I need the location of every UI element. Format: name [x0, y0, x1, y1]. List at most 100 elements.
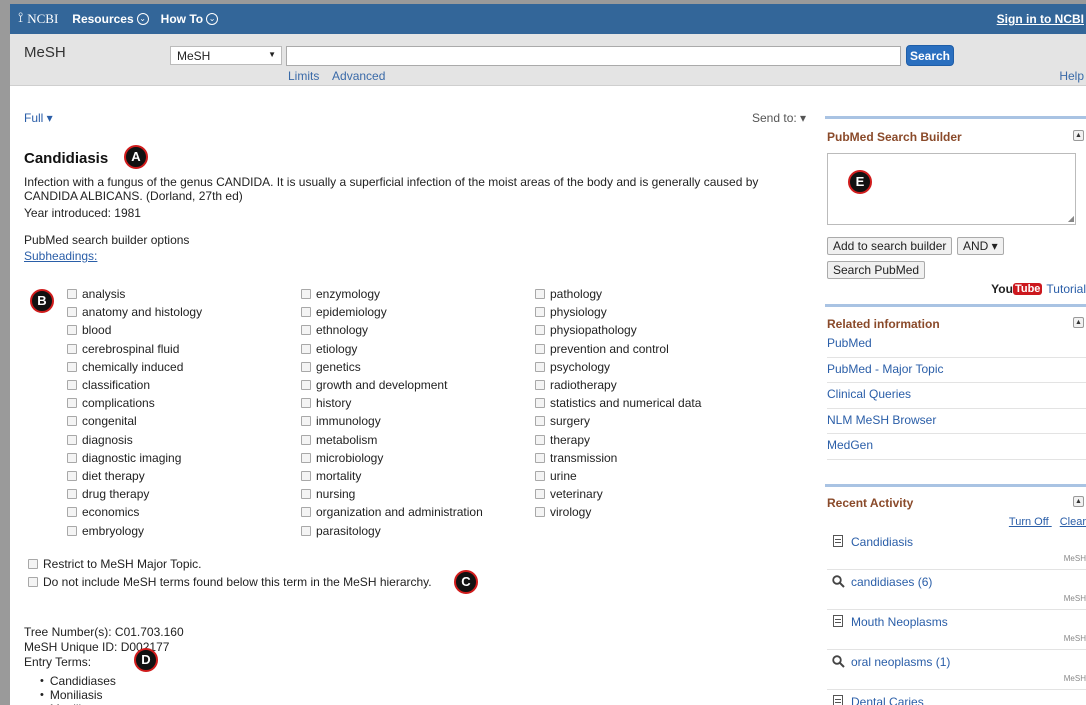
subheading-checkbox[interactable]: [535, 361, 545, 372]
subheading-option[interactable]: parasitology: [301, 521, 483, 539]
subheadings-link[interactable]: Subheadings:: [24, 249, 97, 263]
subheading-checkbox[interactable]: [301, 307, 311, 318]
subheading-checkbox[interactable]: [301, 398, 311, 409]
subheading-option[interactable]: etiology: [301, 340, 483, 358]
subheading-option[interactable]: enzymology: [301, 285, 483, 303]
subheading-option[interactable]: psychology: [535, 358, 701, 376]
subheading-option[interactable]: prevention and control: [535, 340, 701, 358]
operator-select[interactable]: AND ▾: [957, 237, 1004, 255]
collapse-icon[interactable]: ▲: [1073, 130, 1084, 141]
subheading-checkbox[interactable]: [535, 325, 545, 336]
subheading-checkbox[interactable]: [67, 325, 77, 336]
display-format-menu[interactable]: Full ▾: [24, 111, 53, 125]
recent-activity-item[interactable]: Candidiasis MeSH: [827, 530, 1086, 570]
subheading-checkbox[interactable]: [67, 470, 77, 481]
subheading-checkbox[interactable]: [67, 489, 77, 500]
subheading-checkbox[interactable]: [67, 434, 77, 445]
subheading-checkbox[interactable]: [535, 380, 545, 391]
related-info-link[interactable]: PubMed - Major Topic: [827, 358, 1086, 383]
subheading-checkbox[interactable]: [535, 416, 545, 427]
subheading-option[interactable]: pathology: [535, 285, 701, 303]
subheading-option[interactable]: metabolism: [301, 431, 483, 449]
subheading-option[interactable]: immunology: [301, 412, 483, 430]
restrict-major-option[interactable]: Restrict to MeSH Major Topic.: [28, 557, 202, 571]
subheading-checkbox[interactable]: [301, 470, 311, 481]
subheading-checkbox[interactable]: [67, 289, 77, 300]
subheading-checkbox[interactable]: [301, 507, 311, 518]
sign-in-link[interactable]: Sign in to NCBI: [997, 12, 1086, 26]
recent-activity-item[interactable]: Mouth Neoplasms MeSH: [827, 610, 1086, 650]
subheading-option[interactable]: chemically induced: [67, 358, 202, 376]
subheading-option[interactable]: diagnosis: [67, 431, 202, 449]
ncbi-logo[interactable]: ⟟ NCBI: [18, 11, 58, 27]
subheading-option[interactable]: transmission: [535, 449, 701, 467]
subheading-checkbox[interactable]: [67, 452, 77, 463]
subheading-checkbox[interactable]: [67, 343, 77, 354]
related-info-link[interactable]: NLM MeSH Browser: [827, 409, 1086, 434]
search-pubmed-button[interactable]: Search PubMed: [827, 261, 926, 279]
subheading-option[interactable]: surgery: [535, 412, 701, 430]
subheading-option[interactable]: anatomy and histology: [67, 303, 202, 321]
subheading-checkbox[interactable]: [535, 307, 545, 318]
subheading-option[interactable]: blood: [67, 321, 202, 339]
subheading-checkbox[interactable]: [535, 507, 545, 518]
restrict-major-checkbox[interactable]: [28, 559, 38, 569]
subheading-option[interactable]: organization and administration: [301, 503, 483, 521]
subheading-checkbox[interactable]: [535, 343, 545, 354]
subheading-checkbox[interactable]: [301, 380, 311, 391]
subheading-option[interactable]: epidemiology: [301, 303, 483, 321]
subheading-checkbox[interactable]: [301, 489, 311, 500]
youtube-tutorial-link[interactable]: You Tube Tutorial: [991, 282, 1086, 296]
subheading-option[interactable]: ethnology: [301, 321, 483, 339]
subheading-checkbox[interactable]: [67, 307, 77, 318]
subheading-checkbox[interactable]: [67, 398, 77, 409]
resources-menu[interactable]: Resources ⌄: [72, 12, 149, 26]
subheading-option[interactable]: congenital: [67, 412, 202, 430]
recent-activity-label[interactable]: Dental Caries: [851, 695, 924, 705]
recent-activity-item[interactable]: oral neoplasms (1) MeSH: [827, 650, 1086, 690]
subheading-option[interactable]: drug therapy: [67, 485, 202, 503]
subheading-checkbox[interactable]: [67, 361, 77, 372]
subheading-checkbox[interactable]: [67, 507, 77, 518]
subheading-checkbox[interactable]: [301, 361, 311, 372]
clear-link[interactable]: Clear: [1060, 516, 1086, 528]
subheading-checkbox[interactable]: [301, 434, 311, 445]
subheading-checkbox[interactable]: [535, 489, 545, 500]
advanced-link[interactable]: Advanced: [332, 69, 385, 83]
related-info-link[interactable]: PubMed: [827, 332, 1086, 358]
subheading-option[interactable]: microbiology: [301, 449, 483, 467]
subheading-checkbox[interactable]: [301, 416, 311, 427]
howto-menu[interactable]: How To ⌄: [161, 12, 219, 26]
search-button[interactable]: Search: [906, 45, 954, 66]
subheading-checkbox[interactable]: [535, 398, 545, 409]
subheading-option[interactable]: growth and development: [301, 376, 483, 394]
subheading-option[interactable]: classification: [67, 376, 202, 394]
subheading-option[interactable]: physiology: [535, 303, 701, 321]
subheading-checkbox[interactable]: [535, 289, 545, 300]
subheading-checkbox[interactable]: [67, 525, 77, 536]
subheading-option[interactable]: analysis: [67, 285, 202, 303]
subheading-option[interactable]: genetics: [301, 358, 483, 376]
subheading-checkbox[interactable]: [301, 325, 311, 336]
send-to-menu[interactable]: Send to: ▾: [752, 111, 806, 125]
subheading-option[interactable]: virology: [535, 503, 701, 521]
no-explode-checkbox[interactable]: [28, 577, 38, 587]
recent-activity-label[interactable]: oral neoplasms (1): [851, 655, 950, 669]
subheading-option[interactable]: urine: [535, 467, 701, 485]
database-select[interactable]: MeSH ▼: [170, 46, 282, 65]
recent-activity-label[interactable]: candidiases (6): [851, 575, 932, 589]
turn-off-link[interactable]: Turn Off: [1009, 516, 1049, 528]
collapse-icon[interactable]: ▲: [1073, 317, 1084, 328]
recent-activity-item[interactable]: candidiases (6) MeSH: [827, 570, 1086, 610]
subheading-option[interactable]: economics: [67, 503, 202, 521]
related-info-link[interactable]: Clinical Queries: [827, 383, 1086, 409]
subheading-checkbox[interactable]: [301, 525, 311, 536]
subheading-checkbox[interactable]: [535, 470, 545, 481]
help-link[interactable]: Help: [1059, 69, 1084, 83]
subheading-checkbox[interactable]: [67, 416, 77, 427]
subheading-option[interactable]: nursing: [301, 485, 483, 503]
subheading-option[interactable]: mortality: [301, 467, 483, 485]
subheading-checkbox[interactable]: [67, 380, 77, 391]
subheading-option[interactable]: cerebrospinal fluid: [67, 340, 202, 358]
add-to-builder-button[interactable]: Add to search builder: [827, 237, 953, 255]
